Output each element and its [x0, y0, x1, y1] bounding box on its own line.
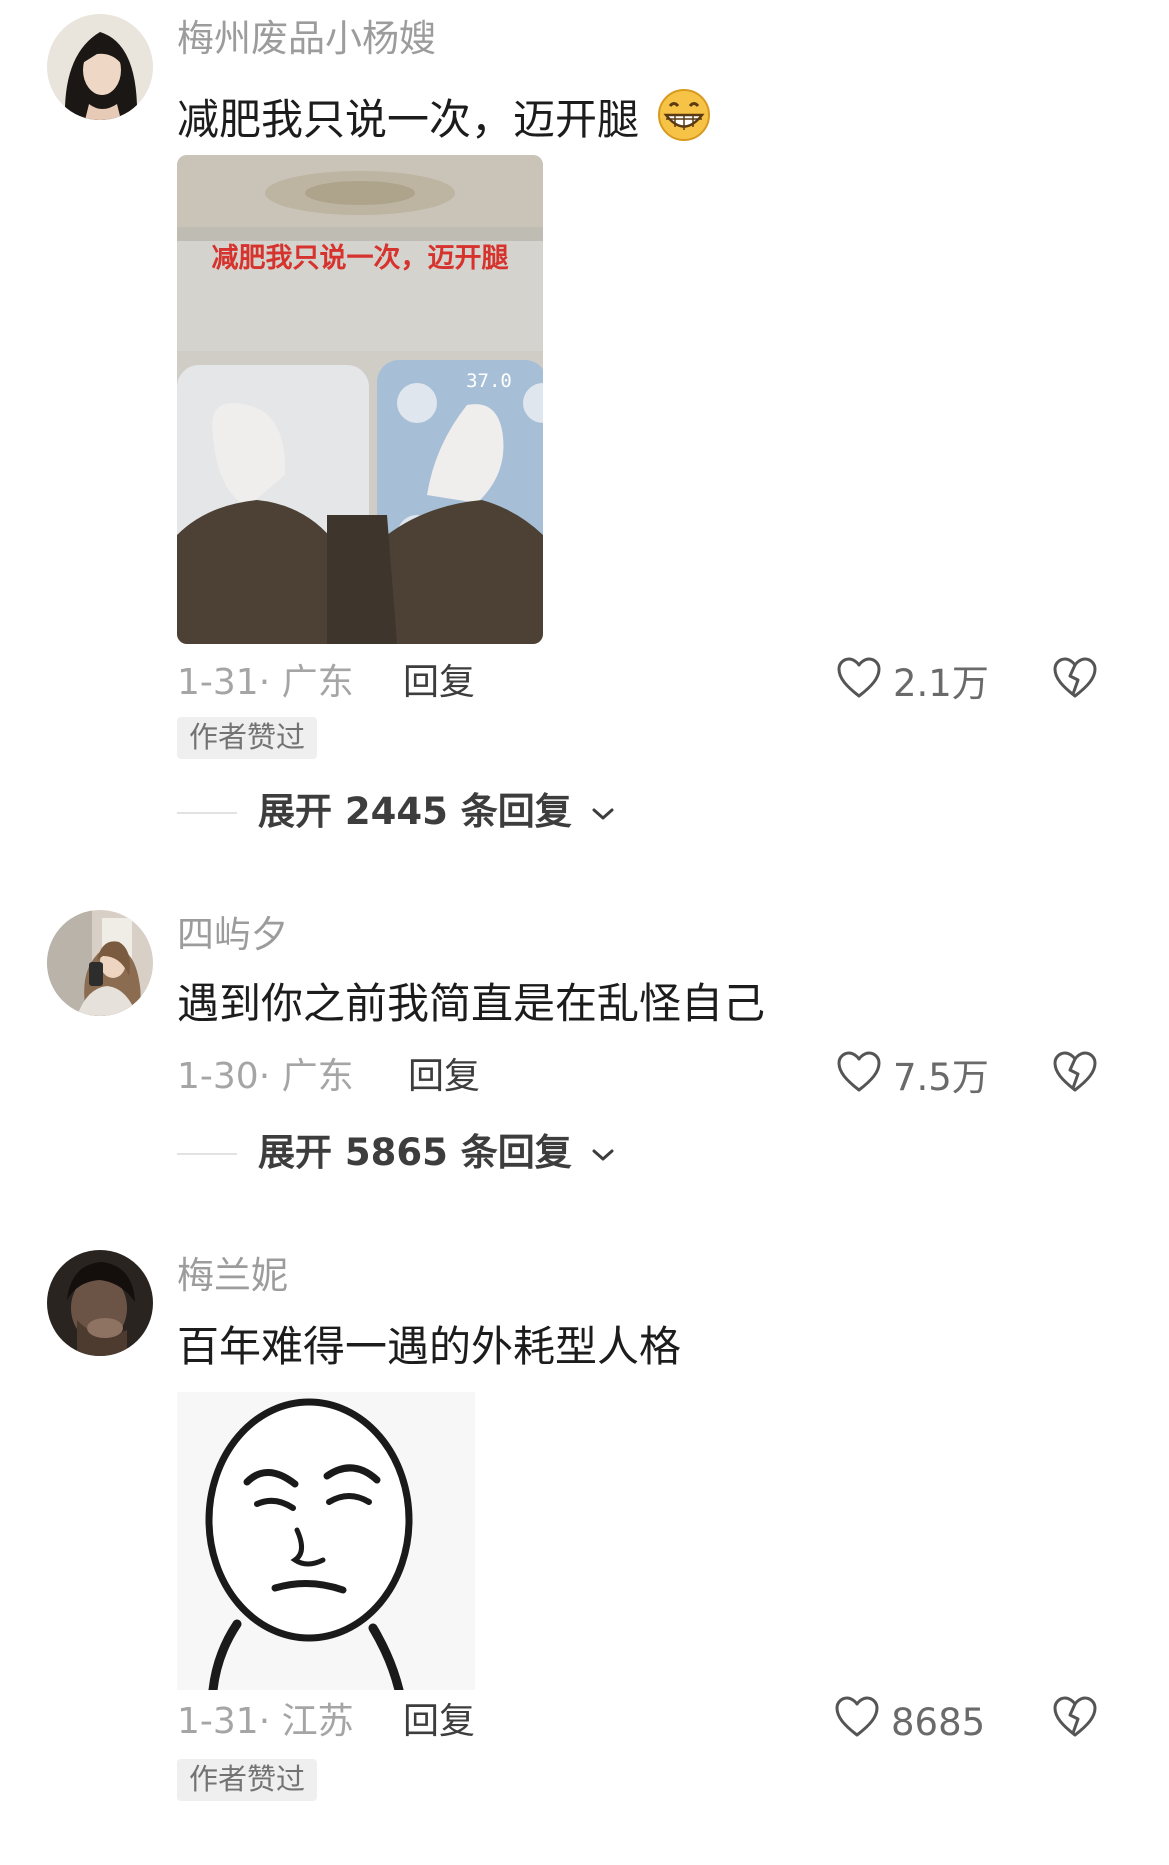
- like-button[interactable]: [836, 656, 882, 704]
- expand-replies-button[interactable]: 展开 5865 条回复: [258, 1134, 615, 1171]
- comment-image[interactable]: 减肥我只说一次，迈开腿 37.0: [177, 155, 543, 644]
- comment-date-location: 1-31· 广东: [177, 662, 354, 703]
- comment-text-content: 减肥我只说一次，迈开腿: [177, 95, 640, 144]
- broken-heart-icon: [1053, 1051, 1097, 1092]
- avatar[interactable]: [47, 14, 153, 120]
- expand-divider: [177, 812, 237, 814]
- image-overlay-text: 减肥我只说一次，迈开腿: [212, 243, 509, 274]
- broken-heart-icon: [1053, 657, 1097, 698]
- comment-date-location: 1-30· 广东: [177, 1056, 354, 1097]
- grinning-face-icon: [656, 88, 712, 149]
- author-liked-badge: 作者赞过: [177, 1759, 318, 1801]
- expand-replies-label: 展开 5865 条回复: [258, 1131, 572, 1174]
- comment-text: 百年难得一遇的外耗型人格: [177, 1322, 682, 1371]
- like-button[interactable]: [834, 1695, 880, 1743]
- heart-icon: [835, 1696, 879, 1737]
- username[interactable]: 四屿夕: [177, 916, 288, 953]
- meme-face-sticker: [177, 1392, 475, 1695]
- username[interactable]: 梅州废品小杨嫂: [177, 20, 436, 57]
- broken-heart-icon: [1053, 1696, 1097, 1737]
- dislike-button[interactable]: [1052, 1695, 1098, 1743]
- dislike-button[interactable]: [1052, 656, 1098, 704]
- reply-button[interactable]: 回复: [408, 1059, 480, 1095]
- like-button[interactable]: [836, 1050, 882, 1098]
- avatar[interactable]: [47, 1250, 153, 1356]
- avatar-2-image: [47, 910, 153, 1016]
- avatar[interactable]: [47, 910, 153, 1016]
- chevron-down-icon: [592, 1149, 614, 1160]
- avatar-1-image: [47, 14, 153, 120]
- expand-replies-label: 展开 2445 条回复: [258, 790, 572, 833]
- like-count: 2.1万: [893, 662, 989, 705]
- heart-icon: [837, 1051, 881, 1092]
- expand-divider: [177, 1153, 237, 1155]
- scale-reading: 37.0: [466, 370, 512, 392]
- comment-text: 减肥我只说一次，迈开腿: [177, 88, 712, 149]
- heart-icon: [837, 657, 881, 698]
- scale-photo: 减肥我只说一次，迈开腿 37.0: [177, 155, 543, 644]
- like-count: 7.5万: [893, 1056, 989, 1099]
- expand-replies-button[interactable]: 展开 2445 条回复: [258, 793, 615, 830]
- username[interactable]: 梅兰妮: [177, 1257, 288, 1294]
- chevron-down-icon: [592, 808, 614, 819]
- dislike-button[interactable]: [1052, 1050, 1098, 1098]
- like-count: 8685: [891, 1701, 986, 1744]
- comment-date-location: 1-31· 江苏: [177, 1701, 354, 1742]
- author-liked-badge: 作者赞过: [177, 717, 318, 759]
- comment-sticker[interactable]: [177, 1392, 475, 1695]
- reply-button[interactable]: 回复: [403, 1704, 475, 1740]
- comment-text: 遇到你之前我简直是在乱怪自己: [177, 979, 766, 1028]
- avatar-3-image: [47, 1250, 153, 1356]
- reply-button[interactable]: 回复: [403, 665, 475, 701]
